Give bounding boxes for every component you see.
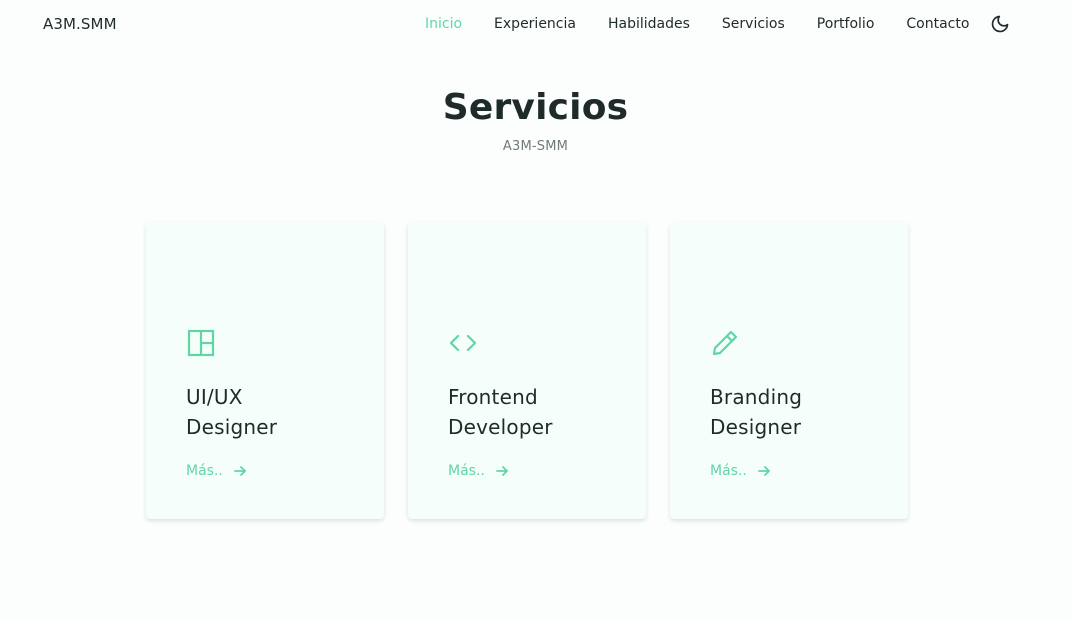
more-label: Más.. xyxy=(186,463,223,479)
moon-icon[interactable] xyxy=(990,14,1010,34)
nav-item-portfolio[interactable]: Portfolio xyxy=(817,15,875,33)
service-title: UI/UX Designer xyxy=(186,382,366,442)
header: A3M.SMM Inicio Experiencia Habilidades S… xyxy=(0,0,1071,48)
arrow-right-icon xyxy=(757,466,770,476)
nav-item-experiencia[interactable]: Experiencia xyxy=(494,15,576,33)
service-title-line2: Designer xyxy=(186,415,278,439)
service-title: Frontend Developer xyxy=(448,382,628,442)
service-card: Branding Designer Más.. xyxy=(670,222,908,519)
brand-logo[interactable]: A3M.SMM xyxy=(43,15,117,33)
service-card: UI/UX Designer Más.. xyxy=(146,222,384,519)
nav-item-habilidades[interactable]: Habilidades xyxy=(608,15,690,33)
more-link[interactable]: Más.. xyxy=(186,463,247,479)
arrow-right-icon xyxy=(233,466,246,476)
service-title-line1: Branding xyxy=(710,385,803,409)
service-title-line2: Designer xyxy=(710,415,802,439)
service-title-line2: Developer xyxy=(448,415,553,439)
code-icon xyxy=(449,334,477,352)
section-title: Servicios xyxy=(442,87,629,128)
service-title-line1: UI/UX xyxy=(186,385,243,409)
layout-icon xyxy=(187,329,215,357)
more-link[interactable]: Más.. xyxy=(448,463,509,479)
nav-item-contacto[interactable]: Contacto xyxy=(906,15,969,33)
arrow-right-icon xyxy=(495,466,508,476)
service-title-line1: Frontend xyxy=(448,385,538,409)
more-label: Más.. xyxy=(448,463,485,479)
pencil-icon xyxy=(712,330,738,356)
more-link[interactable]: Más.. xyxy=(710,463,771,479)
nav-item-servicios[interactable]: Servicios xyxy=(722,15,785,33)
more-label: Más.. xyxy=(710,463,747,479)
section-subtitle: A3M-SMM xyxy=(502,139,569,154)
nav-item-inicio[interactable]: Inicio xyxy=(425,15,462,33)
service-card: Frontend Developer Más.. xyxy=(408,222,646,519)
main-nav: Inicio Experiencia Habilidades Servicios… xyxy=(425,15,985,33)
service-title: Branding Designer xyxy=(710,382,890,442)
